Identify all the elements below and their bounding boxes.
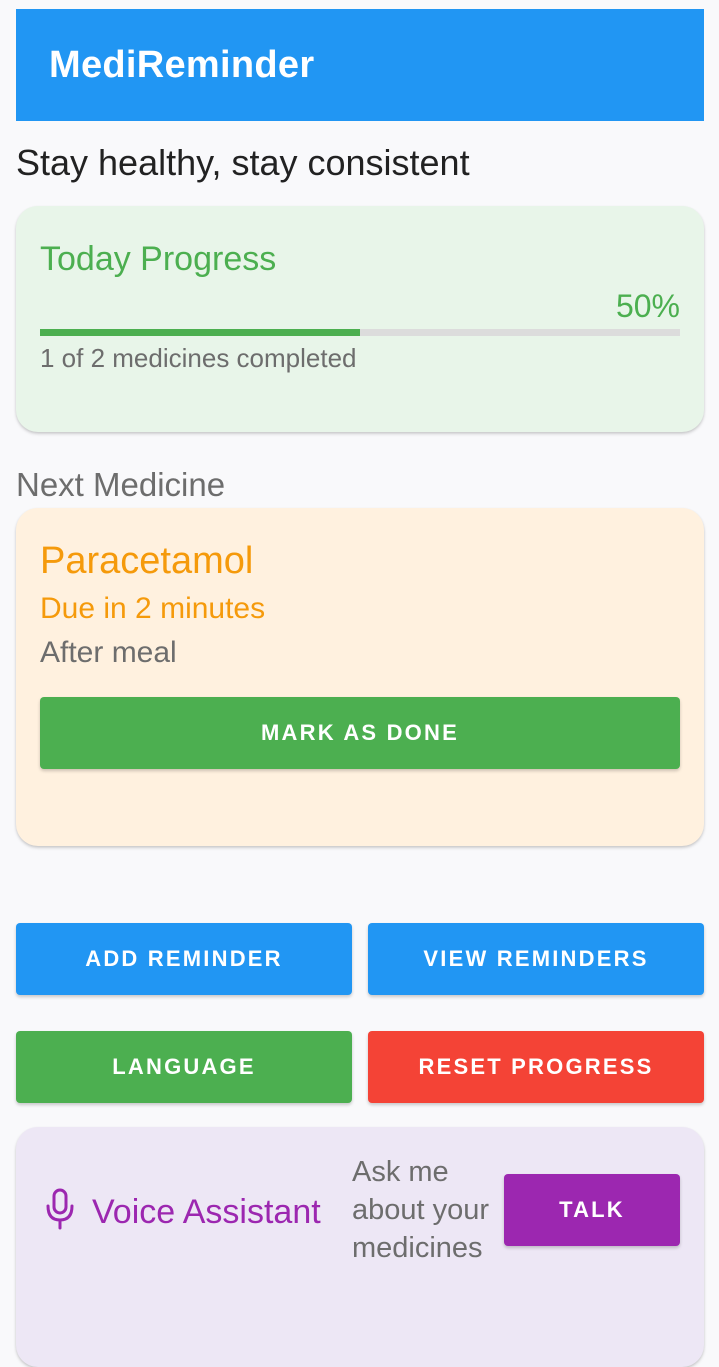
app-title: MediReminder (49, 43, 315, 86)
medicine-note: After meal (40, 636, 177, 669)
mark-as-done-button[interactable]: MARK AS DONE (40, 697, 680, 769)
medicine-due-time: Due in 2 minutes (40, 592, 266, 625)
next-medicine-label: Next Medicine (16, 466, 226, 503)
talk-button[interactable]: TALK (504, 1174, 680, 1246)
progress-title: Today Progress (40, 240, 277, 278)
add-reminder-button[interactable]: ADD REMINDER (16, 923, 352, 995)
medicine-name: Paracetamol (40, 540, 254, 582)
progress-bar-fill (40, 329, 360, 336)
view-reminders-button[interactable]: VIEW REMINDERS (368, 923, 704, 995)
next-medicine-card: Paracetamol Due in 2 minutes After meal … (16, 508, 704, 846)
page-subtitle: Stay healthy, stay consistent (16, 142, 470, 183)
progress-card: Today Progress 50% 1 of 2 medicines comp… (16, 206, 704, 432)
voice-assistant-hint: Ask me about your medicines (352, 1156, 490, 1264)
app-bar: MediReminder (16, 9, 704, 121)
progress-bar (40, 329, 680, 336)
progress-count-text: 1 of 2 medicines completed (40, 343, 357, 373)
microphone-icon (46, 1188, 74, 1230)
progress-percent: 50% (615, 288, 680, 324)
reset-progress-button[interactable]: RESET PROGRESS (368, 1031, 704, 1103)
language-button[interactable]: LANGUAGE (16, 1031, 352, 1103)
voice-assistant-title: Voice Assistant (92, 1193, 321, 1231)
voice-assistant-card: Voice Assistant Ask me about your medici… (16, 1127, 704, 1367)
